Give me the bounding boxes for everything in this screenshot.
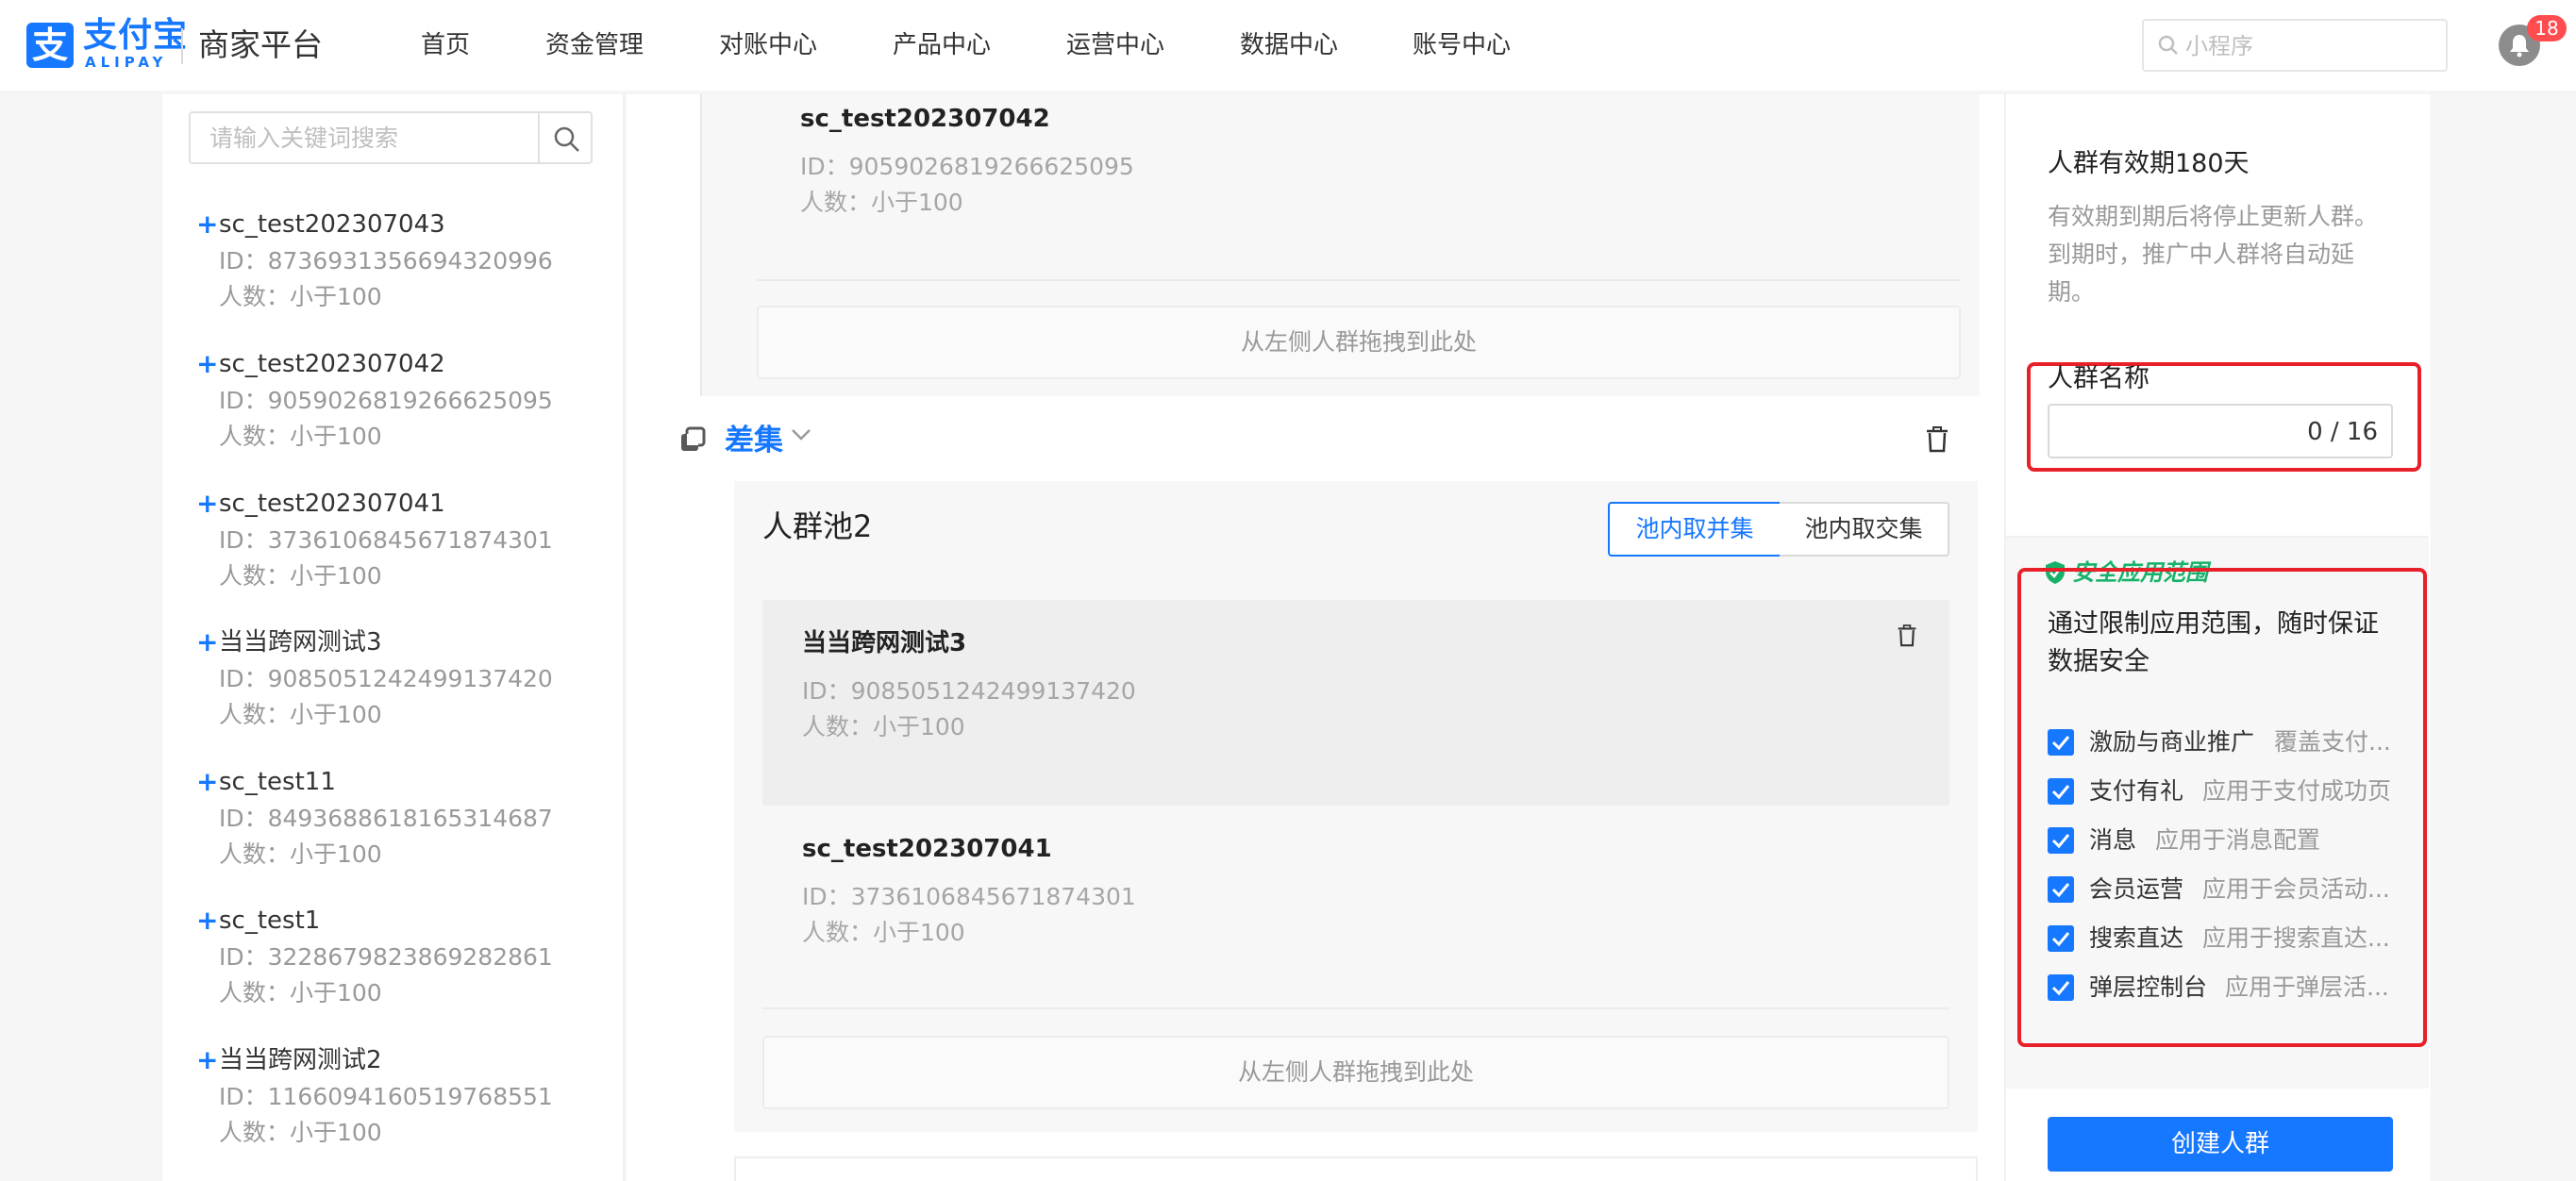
mini-program-search[interactable]: 小程序 (2142, 19, 2448, 72)
logo-divider (181, 28, 183, 64)
crowd-name: 当当跨网测试3 (219, 628, 382, 657)
crowd-count: 人数：小于100 (219, 701, 382, 728)
crowd-count: 人数：小于100 (219, 840, 382, 868)
keyword-search-input[interactable]: 请输入关键词搜索 (189, 111, 540, 164)
add-icon[interactable]: + (196, 904, 218, 938)
pool-item-name: 当当跨网测试3 (802, 629, 967, 657)
delete-item-trash-icon[interactable] (1897, 624, 1917, 647)
pool-item-count: 人数：小于100 (802, 919, 965, 946)
pool-item-name: sc_test202307042 (800, 105, 1050, 133)
keyword-search-placeholder: 请输入关键词搜索 (209, 125, 399, 152)
pool-item-id: ID：3736106845671874301 (802, 883, 1136, 910)
crowd-name: sc_test202307041 (219, 490, 445, 518)
crowd-name: sc_test202307043 (219, 210, 445, 239)
crowd-item[interactable]: + sc_test202307042 ID：905902681926662509… (196, 347, 611, 457)
set-operation-icon (681, 426, 706, 451)
pool-item-id: ID：9085051242499137420 (802, 677, 1136, 705)
crowd-item[interactable]: + sc_test11 ID：8493688618165314687 人数：小于… (196, 765, 611, 874)
pool-1-dropzone[interactable]: 从左侧人群拖拽到此处 (757, 306, 1961, 379)
crowd-id: ID：3228679823869282861 (219, 943, 553, 971)
brand-name-en: ALIPAY (85, 54, 168, 71)
pool-item-name: sc_test202307041 (802, 835, 1052, 863)
validity-title: 人群有效期180天 (2048, 149, 2250, 178)
brand-name[interactable]: 支付宝 (83, 17, 188, 55)
pool-item-count: 人数：小于100 (802, 713, 965, 740)
crowd-id: ID：9059026819266625095 (219, 387, 553, 414)
pool-2-title: 人群池2 (762, 508, 873, 544)
crowd-list-panel: 请输入关键词搜索 + sc_test202307043 ID：873693135… (162, 94, 625, 1181)
pool-item-id: ID：9059026819266625095 (800, 153, 1134, 180)
top-navigation-bar: 支 支付宝 ALIPAY 商家平台 首页 资金管理 对账中心 产品中心 运营中心… (0, 0, 2576, 91)
nav-account[interactable]: 账号中心 (1413, 0, 1511, 91)
crowd-id: ID：3736106845671874301 (219, 526, 553, 554)
crowd-item[interactable]: + 当当跨网测试3 ID：9085051242499137420 人数：小于10… (196, 625, 611, 735)
crowd-count: 人数：小于100 (219, 283, 382, 310)
platform-title: 商家平台 (198, 26, 323, 63)
crowd-id: ID：1166094160519768551 (219, 1083, 553, 1110)
crowd-pool-2: 人群池2 池内取并集 池内取交集 当当跨网测试3 ID：908505124249… (734, 481, 1978, 1132)
divider (757, 279, 1961, 281)
create-crowd-button[interactable]: 创建人群 (2048, 1117, 2393, 1172)
nav-data[interactable]: 数据中心 (1240, 0, 1338, 91)
crowd-settings-panel: 人群有效期180天 有效期到期后将停止更新人群。到期时，推广中人群将自动延期。 … (2004, 94, 2431, 1181)
crowd-name: sc_test11 (219, 768, 336, 796)
add-icon[interactable]: + (196, 765, 218, 799)
add-icon[interactable]: + (196, 347, 218, 381)
pool-union-button[interactable]: 池内取并集 (1608, 502, 1781, 557)
search-placeholder: 小程序 (2185, 33, 2253, 59)
crowd-name-input[interactable]: 0 / 16 (2048, 404, 2393, 458)
crowd-count: 人数：小于100 (219, 1119, 382, 1146)
crowd-id: ID：8493688618165314687 (219, 805, 553, 832)
nav-products[interactable]: 产品中心 (893, 0, 991, 91)
highlight-box-safe-scope (2017, 568, 2427, 1047)
nav-funds[interactable]: 资金管理 (545, 0, 644, 91)
pool-intersection-button[interactable]: 池内取交集 (1780, 502, 1949, 557)
chevron-down-icon[interactable] (791, 428, 811, 441)
delete-operator-trash-icon[interactable] (1925, 426, 1949, 453)
search-icon (554, 126, 579, 152)
keyword-search-button[interactable] (538, 111, 593, 164)
crowd-item[interactable]: + 当当跨网测试2 ID：1166094160519768551 人数：小于10… (196, 1043, 611, 1153)
set-operator-select[interactable]: 差集 (725, 421, 783, 460)
crowd-count: 人数：小于100 (219, 562, 382, 590)
bell-icon (2510, 35, 2529, 58)
crowd-name: sc_test202307042 (219, 350, 445, 378)
crowd-pool-1: sc_test202307042 ID：9059026819266625095 … (700, 94, 1980, 396)
alipay-logo-icon[interactable]: 支 (26, 23, 74, 68)
search-icon (2158, 35, 2178, 55)
pool-item-card[interactable]: 当当跨网测试3 ID：9085051242499137420 人数：小于100 (762, 600, 1949, 806)
crowd-item[interactable]: + sc_test202307043 ID：873693135669432099… (196, 208, 611, 317)
add-icon[interactable]: + (196, 487, 218, 521)
add-icon[interactable]: + (196, 208, 218, 241)
nav-home[interactable]: 首页 (421, 0, 470, 91)
crowd-name: 当当跨网测试2 (219, 1046, 382, 1074)
add-icon[interactable]: + (196, 625, 218, 659)
pool-connector-line (700, 94, 702, 396)
crowd-count: 人数：小于100 (219, 423, 382, 450)
add-icon[interactable]: + (196, 1043, 218, 1077)
divider (762, 1007, 1949, 1009)
nav-operations[interactable]: 运营中心 (1066, 0, 1164, 91)
char-counter: 0 / 16 (2307, 418, 2378, 446)
crowd-item[interactable]: + sc_test1 ID：3228679823869282861 人数：小于1… (196, 904, 611, 1013)
crowd-name-label: 人群名称 (2048, 364, 2149, 393)
crowd-builder-canvas: sc_test202307042 ID：9059026819266625095 … (627, 94, 2004, 1181)
pool-2-dropzone[interactable]: 从左侧人群拖拽到此处 (762, 1036, 1949, 1109)
validity-description: 有效期到期后将停止更新人群。到期时，推广中人群将自动延期。 (2048, 203, 2379, 306)
pool-item-card[interactable]: sc_test202307041 ID：3736106845671874301 … (762, 806, 1949, 990)
crowd-id: ID：9085051242499137420 (219, 665, 553, 692)
pool-item-count: 人数：小于100 (800, 189, 963, 216)
crowd-count: 人数：小于100 (219, 979, 382, 1006)
crowd-name: sc_test1 (219, 907, 321, 935)
crowd-pool-3 (734, 1156, 1978, 1181)
nav-reconciliation[interactable]: 对账中心 (719, 0, 817, 91)
crowd-id: ID：8736931356694320996 (219, 247, 553, 274)
crowd-item[interactable]: + sc_test202307041 ID：373610684567187430… (196, 487, 611, 596)
notification-badge: 18 (2527, 15, 2567, 42)
